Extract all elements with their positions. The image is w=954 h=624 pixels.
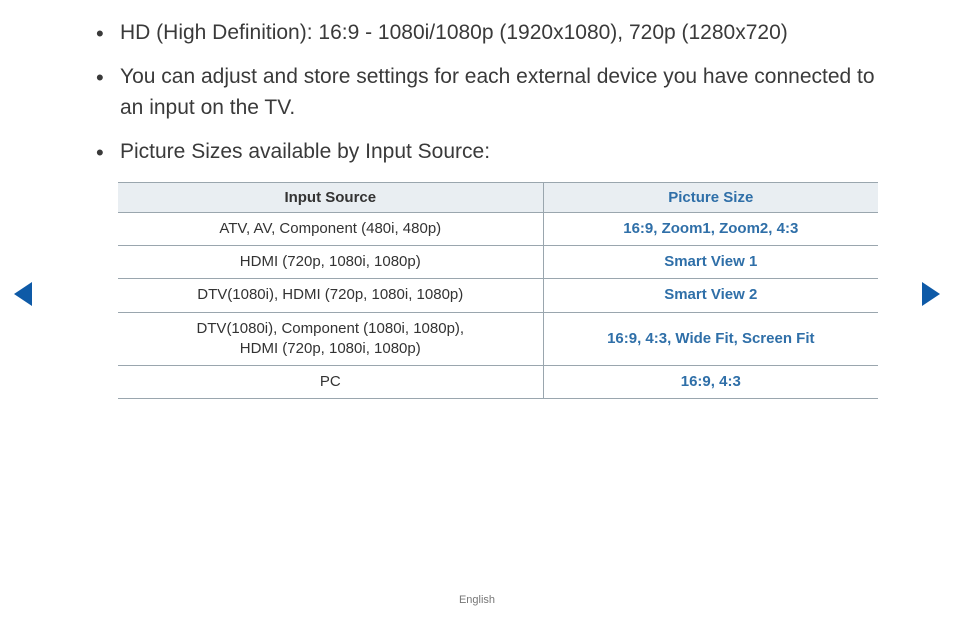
table-row: DTV(1080i), Component (1080i, 1080p), HD…	[118, 312, 878, 366]
bullet-text: You can adjust and store settings for ea…	[120, 65, 875, 118]
picture-size-table: Input Source Picture Size ATV, AV, Compo…	[118, 182, 878, 400]
cell-size: Smart View 2	[543, 279, 878, 312]
cell-source: DTV(1080i), Component (1080i, 1080p), HD…	[118, 312, 543, 366]
cell-source: HDMI (720p, 1080i, 1080p)	[118, 246, 543, 279]
table-row: PC 16:9, 4:3	[118, 366, 878, 399]
table-row: DTV(1080i), HDMI (720p, 1080i, 1080p) Sm…	[118, 279, 878, 312]
prev-page-arrow[interactable]	[14, 282, 32, 306]
bullet-item: Picture Sizes available by Input Source:	[90, 137, 890, 167]
header-picture-size: Picture Size	[543, 182, 878, 212]
cell-size: Smart View 1	[543, 246, 878, 279]
cell-source-line: HDMI (720p, 1080i, 1080p)	[126, 339, 535, 359]
cell-size: 16:9, 4:3	[543, 366, 878, 399]
cell-source: DTV(1080i), HDMI (720p, 1080i, 1080p)	[118, 279, 543, 312]
bullet-text: HD (High Definition): 16:9 - 1080i/1080p…	[120, 21, 788, 44]
next-page-arrow[interactable]	[922, 282, 940, 306]
footer-language: English	[0, 594, 954, 606]
table-header-row: Input Source Picture Size	[118, 182, 878, 212]
bullet-item: HD (High Definition): 16:9 - 1080i/1080p…	[90, 18, 890, 48]
bullet-text: Picture Sizes available by Input Source:	[120, 140, 490, 163]
page-content: HD (High Definition): 16:9 - 1080i/1080p…	[90, 18, 890, 399]
table-row: ATV, AV, Component (480i, 480p) 16:9, Zo…	[118, 212, 878, 245]
table-row: HDMI (720p, 1080i, 1080p) Smart View 1	[118, 246, 878, 279]
bullet-item: You can adjust and store settings for ea…	[90, 62, 890, 123]
header-input-source: Input Source	[118, 182, 543, 212]
cell-size: 16:9, 4:3, Wide Fit, Screen Fit	[543, 312, 878, 366]
cell-source: PC	[118, 366, 543, 399]
bullet-list: HD (High Definition): 16:9 - 1080i/1080p…	[90, 18, 890, 168]
cell-size: 16:9, Zoom1, Zoom2, 4:3	[543, 212, 878, 245]
cell-source: ATV, AV, Component (480i, 480p)	[118, 212, 543, 245]
cell-source-line: DTV(1080i), Component (1080i, 1080p),	[126, 319, 535, 339]
